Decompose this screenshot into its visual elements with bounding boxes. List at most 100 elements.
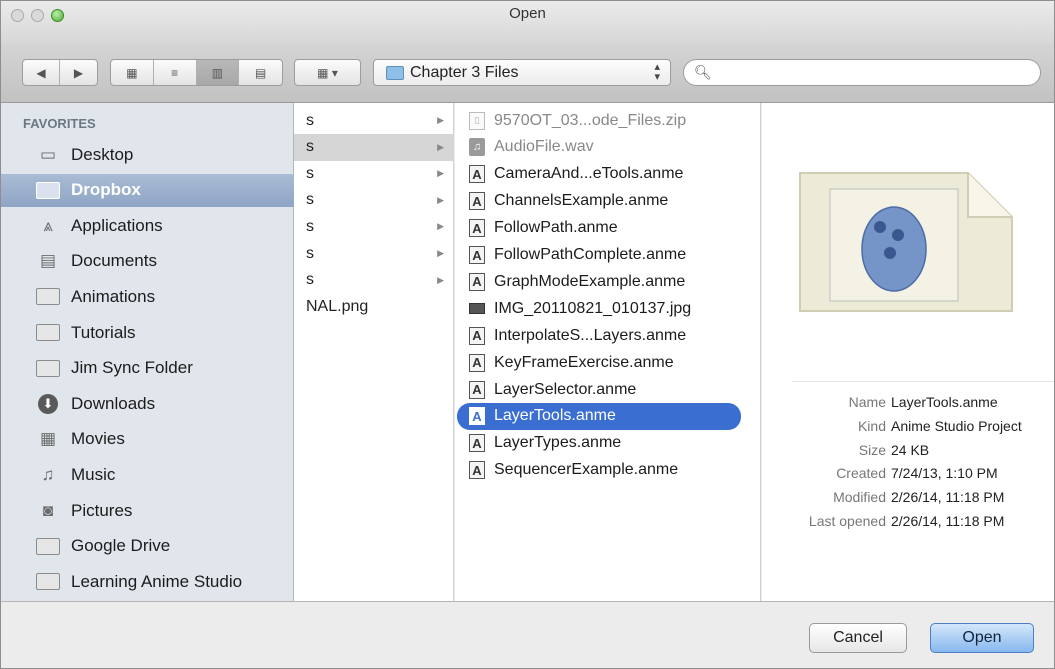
sidebar-item-label: Downloads xyxy=(71,393,156,413)
info-value: Anime Studio Project xyxy=(891,417,1022,434)
file-row[interactable]: A FollowPathComplete.anme xyxy=(457,242,741,269)
anme-file-icon: A xyxy=(469,326,485,345)
sidebar-item-label: Google Drive xyxy=(71,536,171,556)
file-row[interactable]: A InterpolateS...Layers.anme xyxy=(457,322,741,349)
info-key: Modified xyxy=(833,489,886,506)
sidebar-item[interactable]: Animations xyxy=(1,280,294,313)
info-value: 2/26/14, 11:18 PM xyxy=(891,513,1005,529)
coverflow-view-button[interactable]: ▤ xyxy=(239,60,282,85)
file-row[interactable]: A SequencerExample.anme xyxy=(457,457,741,484)
list-view-button[interactable]: ≡ xyxy=(154,60,197,85)
arrange-menu-button[interactable]: ▦ ▾ xyxy=(294,59,361,86)
folder-row-label: NAL.png xyxy=(306,297,369,315)
file-row-label: AudioFile.wav xyxy=(494,138,594,156)
folder-row[interactable]: NAL.png xyxy=(294,293,454,320)
sidebar-item[interactable]: ▭ Desktop xyxy=(1,138,294,171)
file-row-label: IMG_20110821_010137.jpg xyxy=(494,299,692,317)
sidebar-item-label: Documents xyxy=(71,251,157,271)
folder-row[interactable]: s ▶ xyxy=(294,133,454,161)
folder-row[interactable]: s ▶ xyxy=(294,240,454,267)
anme-file-icon: A xyxy=(469,219,485,238)
folder-row[interactable]: s ▶ xyxy=(294,213,454,240)
sidebar-item[interactable]: Jim Sync Folder xyxy=(1,352,294,385)
downloads-icon: ⬇ xyxy=(35,393,61,414)
file-row[interactable]: A ChannelsExample.anme xyxy=(457,188,741,215)
info-value: 24 KB xyxy=(891,441,930,458)
sidebar-item-label: Music xyxy=(71,464,116,484)
anme-file-icon: A xyxy=(469,192,485,211)
back-button[interactable]: ◀ xyxy=(23,60,61,85)
search-field[interactable]: 🔍︎ xyxy=(683,59,1041,86)
folder-row[interactable]: s ▶ xyxy=(294,107,454,134)
search-icon: 🔍︎ xyxy=(694,64,712,80)
file-row[interactable]: A LayerTypes.anme xyxy=(457,430,741,457)
sidebar-item[interactable]: ⩓ Applications xyxy=(1,209,294,242)
file-row[interactable]: A FollowPath.anme xyxy=(457,215,741,242)
folder-row-label: s xyxy=(306,271,314,289)
file-row-label: InterpolateS...Layers.anme xyxy=(494,326,687,344)
sidebar-item-label: Tutorials xyxy=(71,322,136,342)
sidebar-item[interactable]: ▤ Documents xyxy=(1,245,294,278)
sidebar-item[interactable]: ◙ Pictures xyxy=(1,494,294,527)
folder-row[interactable]: s ▶ xyxy=(294,187,454,214)
sidebar-item-label: Dropbox xyxy=(71,180,141,200)
info-row: Kind Anime Studio Project xyxy=(762,417,1054,440)
search-input[interactable] xyxy=(717,64,1018,81)
navigation-buttons: ◀ ▶ xyxy=(22,59,98,86)
list-view-icon: ≡ xyxy=(171,65,179,80)
sidebar-item-label: Learning Anime Studio xyxy=(71,571,243,591)
file-row[interactable]: A CameraAnd...eTools.anme xyxy=(457,161,741,188)
sidebar-item-label: Desktop xyxy=(71,144,134,164)
img-file-icon xyxy=(469,303,485,315)
sidebar-item[interactable]: Google Drive xyxy=(1,530,294,563)
folder-row-label: s xyxy=(306,244,314,262)
file-row[interactable]: ▯ 9570OT_03...ode_Files.zip xyxy=(457,107,741,134)
file-row[interactable]: A LayerTools.anme xyxy=(457,402,741,430)
file-row[interactable]: IMG_20110821_010137.jpg xyxy=(457,295,741,322)
info-key: Size xyxy=(858,441,886,458)
file-row[interactable]: A LayerSelector.anme xyxy=(457,376,741,403)
icon-view-button[interactable]: ▦ xyxy=(111,60,154,85)
folder-row-label: s xyxy=(306,111,314,129)
sidebar-item-label: Pictures xyxy=(71,500,133,520)
open-button[interactable]: Open xyxy=(930,623,1034,653)
file-row[interactable]: A GraphModeExample.anme xyxy=(457,268,741,295)
sidebar-item[interactable]: ⬇ Downloads xyxy=(1,387,294,420)
popup-arrows-icon: ▴ ▾ xyxy=(654,61,660,83)
sidebar-item-label: Movies xyxy=(71,429,125,449)
desktop-icon: ▭ xyxy=(39,144,57,164)
sidebar-item[interactable]: Dropbox xyxy=(1,173,294,207)
sidebar-item[interactable]: Learning Anime Studio xyxy=(1,565,294,598)
location-popup[interactable]: Chapter 3 Files ▴ ▾ xyxy=(373,59,671,86)
icon-view-icon: ▦ xyxy=(126,65,138,80)
disclosure-arrow-icon: ▶ xyxy=(437,221,444,232)
file-row-label: ChannelsExample.anme xyxy=(494,192,669,210)
file-list-column: ▯ 9570OT_03...ode_Files.zip ♫ AudioFile.wav… xyxy=(455,103,761,601)
file-row-label: FollowPathComplete.anme xyxy=(494,246,687,263)
info-row: Name LayerTools.anme xyxy=(762,394,1054,416)
sidebar-item[interactable]: ▦ Movies xyxy=(1,423,294,456)
open-dialog: Open ◀ ▶ ▦ ≡ ▥ ▤ ▦ ▾ Chapter 3 Files ▴ ▾ … xyxy=(0,0,1055,669)
anme-file-icon: A xyxy=(469,353,485,372)
sidebar-item[interactable]: ♫ Music xyxy=(1,458,294,491)
folder-row[interactable]: s ▶ xyxy=(294,267,454,294)
sidebar-item-label: Animations xyxy=(71,286,156,306)
file-row-label: LayerSelector.anme xyxy=(494,380,637,398)
preview-pane: Name LayerTools.anme Kind Anime Studio Proj… xyxy=(762,103,1054,601)
info-value: 7/24/13, 1:10 PM xyxy=(891,465,998,482)
folder-row-label: s xyxy=(306,191,314,209)
folder-row[interactable]: s ▶ xyxy=(294,160,454,187)
sidebar-item[interactable]: Tutorials xyxy=(1,316,294,349)
column-view-button[interactable]: ▥ xyxy=(196,60,240,85)
zip-file-icon: ▯ xyxy=(469,111,485,130)
file-row[interactable]: A KeyFrameExercise.anme xyxy=(457,349,741,376)
location-label: Chapter 3 Files xyxy=(410,63,519,81)
file-row[interactable]: ♫ AudioFile.wav xyxy=(457,134,741,161)
disclosure-arrow-icon: ▶ xyxy=(437,274,444,285)
sidebar-item-label: Jim Sync Folder xyxy=(71,358,193,378)
forward-button[interactable]: ▶ xyxy=(60,60,97,85)
file-row-label: KeyFrameExercise.anme xyxy=(494,353,674,371)
cancel-button[interactable]: Cancel xyxy=(809,623,907,653)
applications-icon: ⩓ xyxy=(43,215,53,235)
folder-icon xyxy=(35,572,61,592)
